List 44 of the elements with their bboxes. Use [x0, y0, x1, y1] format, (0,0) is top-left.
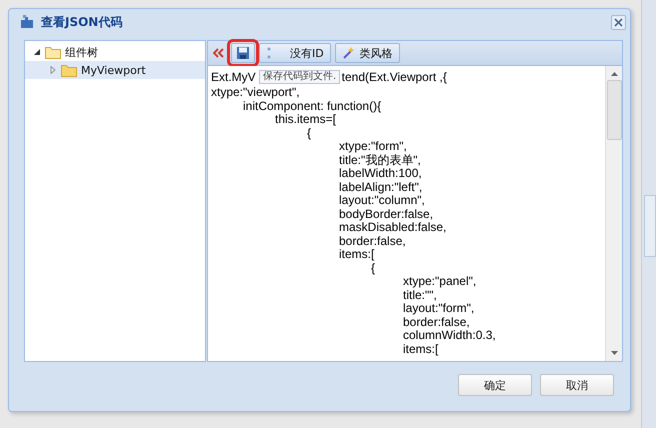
double-chevron-icon [213, 48, 225, 58]
code-line: layout:"column", [338, 194, 426, 208]
tree-item[interactable]: 组件树 [25, 43, 205, 61]
scroll-up-icon [610, 72, 618, 76]
dialog-button[interactable]: 确定 [458, 374, 532, 396]
code-line: labelWidth:100, [338, 167, 423, 180]
code-line: { [306, 126, 312, 140]
code-line: Ext.MyV [211, 71, 256, 85]
collapsed-triangle-icon [49, 66, 57, 74]
code-line: initComponent: function(){ [242, 100, 382, 113]
magic-wand-icon [342, 46, 356, 60]
scrollbar[interactable] [605, 66, 622, 361]
code-line: bodyBorder:false, [338, 208, 434, 221]
no-id-button[interactable]: 没有ID [259, 43, 331, 63]
code-line: { [370, 262, 376, 275]
scroll-thumb[interactable] [606, 80, 622, 140]
code-line: maskDisabled:false, [338, 221, 448, 234]
code-line: labelAlign:"left", [338, 180, 424, 194]
code-line: columnWidth:0.3, [402, 329, 497, 342]
window-title: 查看JSON代码 [41, 14, 124, 30]
tree-item[interactable]: MyViewport [25, 61, 205, 79]
dots-icon [266, 46, 272, 60]
tooltip: 保存代码到文件. [259, 70, 340, 84]
code-line: tend(Ext.Viewport ,{ [342, 71, 447, 85]
code-line: border:false, [338, 234, 407, 248]
expanded-triangle-icon [33, 48, 41, 56]
code-line: this.items=[ [275, 113, 336, 126]
code-line: layout:"form", [402, 302, 476, 316]
code-area[interactable] [208, 66, 622, 361]
scroll-down-icon [610, 351, 618, 355]
code-line: border:false, [402, 316, 471, 329]
folder-icon [45, 46, 61, 58]
class-style-button[interactable]: 类风格 [334, 43, 400, 63]
folder-icon [61, 64, 77, 76]
code-line: xtype:"viewport", [211, 86, 301, 100]
close-button[interactable] [611, 14, 626, 30]
code-line: items:[ [402, 342, 440, 356]
code-line: items:[ [338, 248, 376, 262]
code-line: xtype:"form", [338, 140, 408, 154]
code-line: title:"我的表单", [338, 154, 422, 167]
code-line: xtype:"panel", [402, 275, 478, 288]
close-icon [614, 18, 624, 26]
dialog-button[interactable]: 取消 [540, 374, 614, 396]
code-line: title:"", [402, 288, 438, 302]
